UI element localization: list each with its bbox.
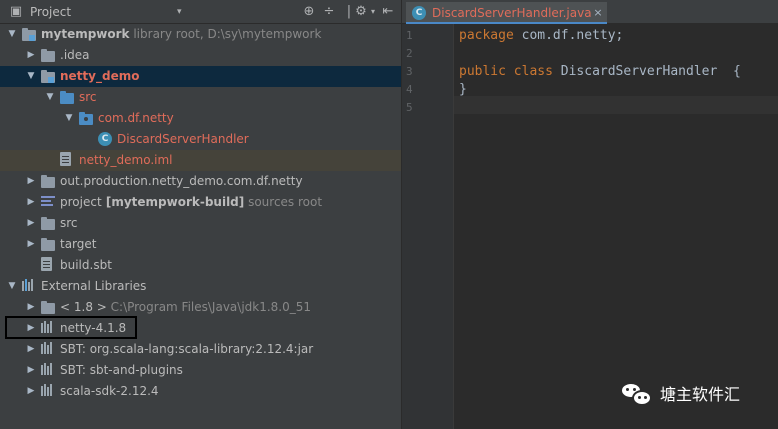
tree-item-label: < 1.8 > C:\Program Files\Java\jdk1.8.0_5…	[60, 300, 312, 314]
line-number: 3	[406, 65, 413, 78]
line-number: 4	[406, 83, 413, 96]
tree-item-label: netty_demo	[60, 69, 140, 83]
watermark: 塘主软件汇	[620, 380, 740, 410]
tree-item[interactable]: ▶ .idea	[0, 45, 401, 66]
collapsed-arrow-icon[interactable]: ▶	[25, 364, 37, 376]
jdk-folder-icon	[41, 301, 55, 314]
tree-item-label: SBT: sbt-and-plugins	[60, 363, 183, 377]
tree-item-label: .idea	[60, 48, 90, 62]
project-view-icon: ▣	[9, 4, 23, 19]
tree-item-label: project [mytempwork-build] sources root	[60, 195, 323, 209]
tree-item-label: DiscardServerHandler	[117, 132, 249, 146]
tree-item[interactable]: C DiscardServerHandler	[0, 129, 401, 150]
tree-item[interactable]: ▶ SBT: sbt-and-plugins	[0, 360, 401, 381]
tree-item[interactable]: ▶ SBT: org.scala-lang:scala-library:2.12.…	[0, 339, 401, 360]
folder-icon	[41, 238, 55, 251]
class-icon: C	[412, 6, 426, 20]
package-icon	[79, 112, 93, 125]
expanded-arrow-icon[interactable]: ▼	[6, 28, 18, 40]
collapsed-arrow-icon[interactable]: ▶	[25, 217, 37, 229]
wechat-icon	[620, 382, 654, 408]
code-line: package com.df.netty;	[459, 28, 624, 43]
close-tab-icon[interactable]: ×	[592, 5, 604, 20]
expanded-arrow-icon[interactable]: ▼	[6, 280, 18, 292]
tree-item[interactable]: ▶ out.production.netty_demo.com.df.netty	[0, 171, 401, 192]
tree-item[interactable]: ▶ scala-sdk-2.12.4	[0, 381, 401, 402]
expanded-arrow-icon[interactable]: ▼	[44, 91, 56, 103]
collapsed-arrow-icon[interactable]: ▶	[25, 196, 37, 208]
tree-item[interactable]: ▼ netty_demo	[0, 66, 401, 87]
library-icon	[41, 342, 55, 354]
expanded-arrow-icon[interactable]: ▼	[25, 70, 37, 82]
line-number: 2	[406, 47, 413, 60]
tree-item-label: target	[60, 237, 97, 251]
source-folder-icon	[60, 91, 74, 104]
sbt-file-icon	[41, 257, 52, 271]
tab-label: DiscardServerHandler.java	[432, 6, 592, 20]
module-folder-icon	[41, 70, 55, 83]
tree-item[interactable]: ▼ src	[0, 87, 401, 108]
line-number-gutter: 1 2 3 4 5	[402, 24, 454, 429]
expanded-arrow-icon[interactable]: ▼	[63, 112, 75, 124]
tree-item[interactable]: ▶ project [mytempwork-build] sources root	[0, 192, 401, 213]
project-icon	[41, 196, 55, 206]
tree-item-label: com.df.netty	[98, 111, 174, 125]
tree-item-label: External Libraries	[41, 279, 147, 293]
tree-item-label: src	[79, 90, 97, 104]
class-icon: C	[98, 132, 112, 146]
line-number: 5	[406, 101, 413, 114]
tree-item[interactable]: ▼ External Libraries	[0, 276, 401, 297]
folder-icon	[41, 49, 55, 62]
collapse-all-icon[interactable]: ÷	[321, 4, 337, 20]
tree-item-label: SBT: org.scala-lang:scala-library:2.12.4…	[60, 342, 314, 356]
tree-item-label: build.sbt	[60, 258, 112, 272]
collapsed-arrow-icon[interactable]: ▶	[25, 175, 37, 187]
watermark-text: 塘主软件汇	[660, 385, 741, 404]
library-icon	[41, 384, 55, 396]
tree-item-label: src	[60, 216, 78, 230]
tree-item[interactable]: ▼ com.df.netty	[0, 108, 401, 129]
tree-item[interactable]: ▶ < 1.8 > C:\Program Files\Java\jdk1.8.0_…	[0, 297, 401, 318]
tree-item[interactable]: ▶ target	[0, 234, 401, 255]
tree-item-label: scala-sdk-2.12.4	[60, 384, 159, 398]
collapsed-arrow-icon[interactable]: ▶	[25, 238, 37, 250]
tree-item[interactable]: build.sbt	[0, 255, 401, 276]
code-editor: C DiscardServerHandler.java × 1 2 3 4 5 pack…	[402, 0, 778, 429]
iml-file-icon	[60, 152, 71, 166]
tree-item-label: out.production.netty_demo.com.df.netty	[60, 174, 303, 188]
highlight-box	[5, 316, 137, 339]
tree-item[interactable]: ▼ mytempwork library root, D:\sy\mytempwo…	[0, 24, 401, 45]
editor-tab-bar: C DiscardServerHandler.java ×	[402, 0, 778, 24]
collapsed-arrow-icon[interactable]: ▶	[25, 49, 37, 61]
collapsed-arrow-icon[interactable]: ▶	[25, 385, 37, 397]
project-view-title[interactable]: Project	[30, 4, 71, 20]
folder-icon	[41, 175, 55, 188]
collapsed-arrow-icon[interactable]: ▶	[25, 301, 37, 313]
caret-line-highlight	[454, 96, 778, 114]
tree-item-label: netty_demo.iml	[79, 153, 173, 167]
project-panel-header: ▣ Project ▾ ⊕ ÷ | ⚙ ▾ ⇤	[0, 0, 401, 24]
library-icon	[41, 363, 55, 375]
project-tool-window: ▣ Project ▾ ⊕ ÷ | ⚙ ▾ ⇤ ▼ mytempwork libr…	[0, 0, 401, 429]
collapsed-arrow-icon[interactable]: ▶	[25, 343, 37, 355]
tree-item[interactable]: ▶ src	[0, 213, 401, 234]
libraries-icon	[22, 279, 36, 291]
view-dropdown-icon[interactable]: ▾	[177, 4, 182, 20]
module-folder-icon	[22, 28, 36, 41]
tab-discard-server-handler[interactable]: C DiscardServerHandler.java ×	[406, 2, 607, 24]
settings-dropdown-icon[interactable]: ▾	[365, 4, 381, 20]
code-line: public class DiscardServerHandler {	[459, 64, 741, 79]
hide-icon[interactable]: ⇤	[380, 4, 396, 20]
tree-item[interactable]: netty_demo.iml	[0, 150, 401, 171]
folder-icon	[41, 217, 55, 230]
line-number: 1	[406, 29, 413, 42]
tree-item-label: mytempwork library root, D:\sy\mytempwor…	[41, 27, 322, 41]
sync-icon[interactable]: ⊕	[301, 4, 317, 20]
code-line: }	[459, 82, 467, 97]
